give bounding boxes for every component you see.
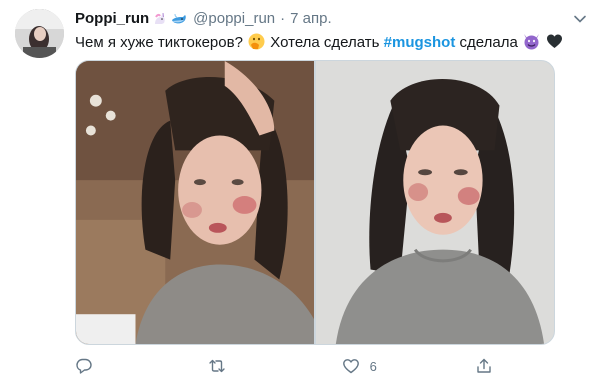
share-button[interactable]: [475, 357, 515, 375]
retweet-button[interactable]: [208, 357, 248, 375]
tweet-text: Чем я хуже тиктокеров? Хотела сделать #m…: [75, 33, 564, 53]
photo-left[interactable]: [76, 61, 314, 344]
tweet-text-part: сделала: [459, 34, 518, 51]
separator-dot: ·: [280, 10, 286, 27]
like-icon: [342, 357, 360, 375]
tweet-timestamp[interactable]: 7 апр.: [290, 10, 331, 27]
unicorn-icon: [152, 11, 168, 27]
tweet-card[interactable]: Poppi_run @poppi_run · 7 апр. Чем я хуже…: [0, 0, 609, 390]
smiling-devil-emoji: [523, 33, 540, 50]
tweet-text-part: Чем я хуже тиктокеров?: [75, 34, 243, 51]
like-button[interactable]: 6: [342, 357, 382, 375]
black-heart-emoji: [546, 33, 563, 50]
hashtag-link[interactable]: #mugshot: [384, 34, 456, 51]
tweet-actions: 6: [75, 355, 515, 377]
reply-icon: [75, 357, 93, 375]
media-gallery: [75, 60, 555, 345]
retweet-icon: [208, 357, 226, 375]
whale-icon: [171, 11, 187, 27]
user-handle[interactable]: @poppi_run: [193, 10, 275, 27]
tweet-text-part: Хотела сделать: [270, 34, 380, 51]
like-count: 6: [369, 358, 377, 374]
share-icon: [475, 357, 493, 375]
tweet-header: Poppi_run @poppi_run · 7 апр.: [75, 10, 332, 27]
photo-right[interactable]: [316, 61, 554, 344]
chevron-down-icon[interactable]: [573, 12, 587, 26]
reply-button[interactable]: [75, 357, 115, 375]
hand-over-mouth-emoji: [248, 33, 265, 50]
avatar[interactable]: [15, 9, 64, 58]
display-name[interactable]: Poppi_run: [75, 10, 149, 27]
